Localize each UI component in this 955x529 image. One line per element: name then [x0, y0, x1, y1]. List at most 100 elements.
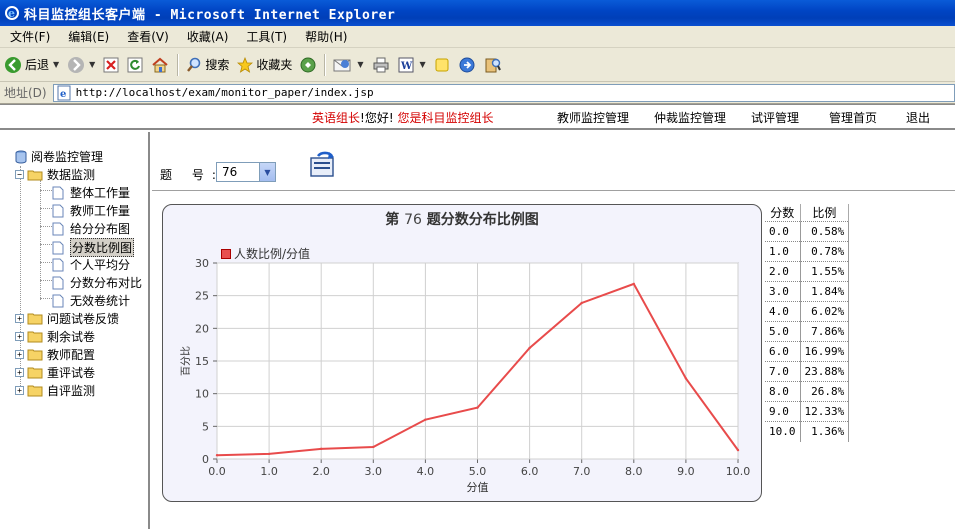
y-tick-label: 0: [202, 453, 209, 466]
edit-dropdown-icon[interactable]: ▼: [420, 60, 426, 69]
table-cell-ratio: 7.86%: [800, 321, 850, 342]
tree-folder-self-review[interactable]: + 自评监测: [15, 382, 95, 399]
favorites-button[interactable]: 收藏夹: [233, 52, 296, 78]
tree-folder-label: 问题试卷反馈: [47, 312, 120, 326]
x-tick-label: 4.0: [417, 465, 435, 478]
nav-teacher-monitor[interactable]: 教师监控管理: [557, 109, 629, 126]
sidebar-tree: 阅卷监控管理 − 数据监测 整体工作量 教师工作量 给分分布图 分数比例图 个人…: [0, 132, 150, 529]
back-arrow-icon: [5, 56, 21, 73]
tree-item-teacher-workload[interactable]: 教师工作量: [52, 202, 130, 219]
printer-icon: [373, 57, 389, 72]
mail-icon: [333, 59, 351, 71]
refresh-button[interactable]: [123, 52, 147, 78]
tree-folder-remaining-papers[interactable]: + 剩余试卷: [15, 328, 95, 345]
home-icon: [152, 57, 168, 72]
research-button[interactable]: [480, 52, 506, 78]
page-content: 英语组长!您好! 您是科目监控组长 教师监控管理 仲裁监控管理 试评管理 管理首…: [0, 104, 955, 529]
table-row: 2.0 1.55%: [765, 261, 850, 282]
question-select[interactable]: 76 ▼: [216, 162, 276, 182]
nav-trial-review[interactable]: 试评管理: [751, 109, 799, 126]
table-cell-ratio: 6.02%: [800, 301, 850, 322]
edit-word-button[interactable]: W ▼: [394, 52, 430, 78]
x-tick-label: 10.0: [726, 465, 751, 478]
address-input[interactable]: e http://localhost/exam/monitor_paper/in…: [52, 83, 955, 102]
stop-button[interactable]: [99, 52, 123, 78]
distribution-table-wrap: 分数 比例 0.0 0.58% 1.0 0.78% 2.0 1.55% 3.0 1.84% 4.…: [765, 204, 850, 442]
nav-arbitration-monitor[interactable]: 仲裁监控管理: [654, 109, 726, 126]
menu-favorites[interactable]: 收藏(A): [177, 28, 237, 45]
y-tick-label: 5: [202, 420, 209, 433]
tree-item-personal-average[interactable]: 个人平均分: [52, 256, 130, 273]
menu-help[interactable]: 帮助(H): [295, 28, 355, 45]
table-cell-score: 7.0: [765, 361, 801, 382]
tree-folder-teacher-config[interactable]: + 教师配置: [15, 346, 95, 363]
expand-icon[interactable]: +: [15, 386, 24, 395]
table-cell-score: 8.0: [765, 381, 801, 402]
expand-icon[interactable]: +: [15, 332, 24, 341]
table-row: 1.0 0.78%: [765, 241, 850, 262]
distribution-table: 分数 比例 0.0 0.58% 1.0 0.78% 2.0 1.55% 3.0 1.84% 4.…: [765, 204, 850, 442]
browser-toolbar: 后退 ▼ ▼ 搜索 收藏夹 ▼ W ▼: [0, 48, 955, 82]
back-dropdown-icon[interactable]: ▼: [53, 60, 59, 69]
chevron-down-icon[interactable]: ▼: [259, 163, 275, 181]
table-row: 7.0 23.88%: [765, 361, 850, 382]
search-label: 搜索: [205, 58, 230, 72]
mail-dropdown-icon[interactable]: ▼: [357, 60, 363, 69]
menu-bar: 文件(F) 编辑(E) 查看(V) 收藏(A) 工具(T) 帮助(H): [0, 26, 955, 48]
x-tick-label: 9.0: [677, 465, 695, 478]
tree-connector: [40, 244, 52, 245]
divider: [152, 190, 955, 191]
chart-panel: 第 76 题分数分布比例图 人数比例/分值 0.0 1.0 2.0 3.0 4.0 5.0…: [162, 204, 762, 502]
y-tick-label: 10: [195, 388, 209, 401]
tree-item-label: 教师工作量: [70, 204, 131, 218]
tree-item-label: 整体工作量: [70, 186, 131, 200]
menu-edit[interactable]: 编辑(E): [58, 28, 117, 45]
media-button[interactable]: [296, 52, 320, 78]
tree-item-score-ratio[interactable]: 分数比例图: [52, 238, 135, 257]
x-tick-label: 1.0: [260, 465, 278, 478]
tree-root[interactable]: 阅卷监控管理: [14, 148, 103, 165]
folder-icon: [27, 385, 43, 396]
messenger-button[interactable]: [454, 52, 480, 78]
table-row: 3.0 1.84%: [765, 281, 850, 302]
nav-admin-home[interactable]: 管理首页: [829, 109, 877, 126]
svg-text:e: e: [8, 7, 15, 20]
table-cell-score: 0.0: [765, 221, 801, 242]
tree-item-score-distribution[interactable]: 给分分布图: [52, 220, 130, 237]
tree-folder-problem-feedback[interactable]: + 问题试卷反馈: [15, 310, 119, 327]
table-cell-score: 10.0: [765, 421, 801, 442]
nav-logout[interactable]: 退出: [906, 109, 930, 126]
table-cell-ratio: 0.58%: [800, 221, 850, 242]
top-navigation: 英语组长!您好! 您是科目监控组长 教师监控管理 仲裁监控管理 试评管理 管理首…: [0, 104, 955, 130]
expand-icon[interactable]: +: [15, 368, 24, 377]
table-header-ratio: 比例: [800, 204, 850, 222]
print-button[interactable]: [368, 52, 394, 78]
forward-button[interactable]: ▼: [63, 52, 99, 78]
menu-view[interactable]: 查看(V): [117, 28, 177, 45]
home-button[interactable]: [147, 52, 173, 78]
greeting-role: 英语组长: [312, 111, 361, 125]
tree-item-distribution-compare[interactable]: 分数分布对比: [52, 274, 142, 291]
discuss-button[interactable]: [430, 52, 454, 78]
menu-file[interactable]: 文件(F): [0, 28, 58, 45]
expand-icon[interactable]: +: [15, 350, 24, 359]
menu-tools[interactable]: 工具(T): [236, 28, 295, 45]
greeting: 英语组长!您好! 您是科目监控组长: [312, 109, 493, 126]
query-refresh-icon[interactable]: [308, 150, 338, 180]
data-point: [215, 454, 219, 457]
search-button[interactable]: 搜索: [182, 52, 233, 78]
tree-folder-data-monitor[interactable]: − 数据监测: [15, 166, 95, 183]
svg-text:e: e: [60, 89, 66, 100]
tree-item-overall-workload[interactable]: 整体工作量: [52, 184, 130, 201]
expand-icon[interactable]: +: [15, 314, 24, 323]
forward-dropdown-icon[interactable]: ▼: [89, 60, 95, 69]
tree-connector: [40, 180, 41, 300]
tree-folder-rereview-papers[interactable]: + 重评试卷: [15, 364, 95, 381]
collapse-icon[interactable]: −: [15, 170, 24, 179]
database-icon: [15, 150, 27, 163]
star-icon: [237, 56, 254, 73]
tree-item-invalid-papers[interactable]: 无效卷统计: [52, 292, 130, 309]
back-button[interactable]: 后退 ▼: [0, 52, 63, 78]
word-icon: W: [398, 57, 414, 72]
mail-button[interactable]: ▼: [329, 52, 367, 78]
